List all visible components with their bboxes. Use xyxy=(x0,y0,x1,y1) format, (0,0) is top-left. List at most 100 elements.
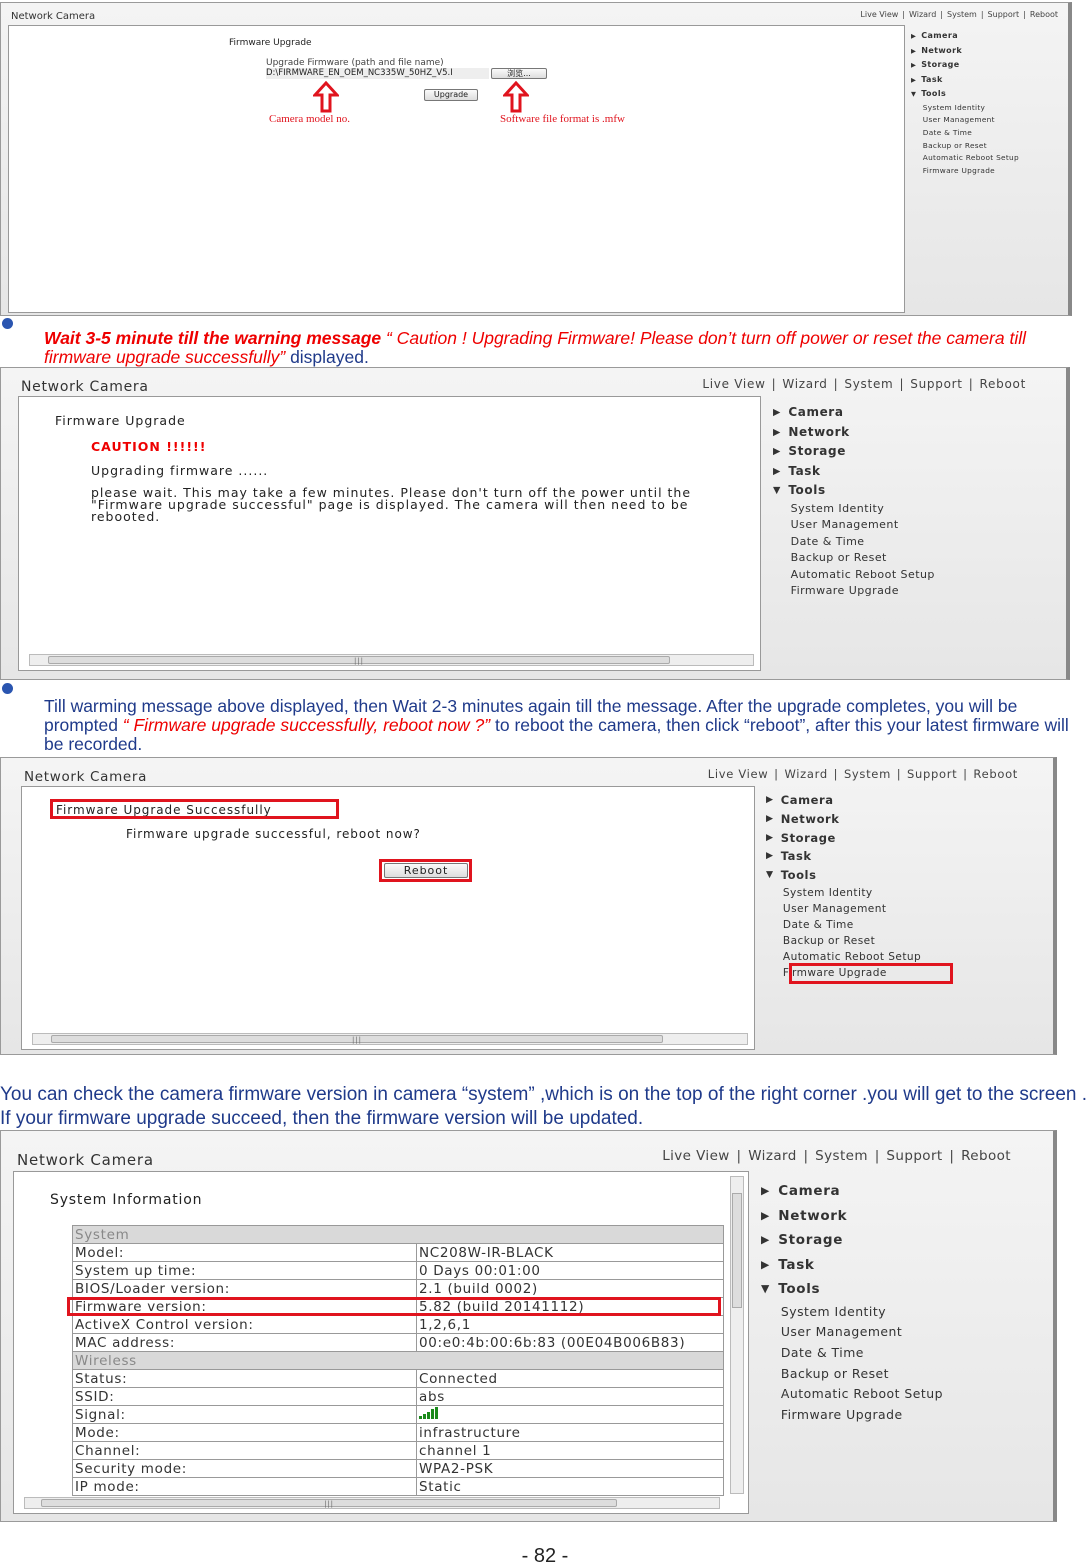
horizontal-scrollbar[interactable]: ||| xyxy=(32,1033,748,1045)
nav-separator: | xyxy=(1023,10,1026,19)
sidebar-subitem-firmware-upgrade[interactable]: Firmware Upgrade xyxy=(773,583,935,600)
nav-separator: | xyxy=(874,1148,880,1164)
sidebar-item-network[interactable]: ▶ Network xyxy=(766,810,921,829)
top-nav: Live View | Wizard | System | Support | Reboot xyxy=(702,377,1026,391)
nav-link-system[interactable]: System xyxy=(815,1148,868,1164)
nav-link-support[interactable]: Support xyxy=(988,10,1020,19)
browse-button[interactable]: 浏览... xyxy=(491,68,547,79)
sidebar-item-camera[interactable]: ▶ Camera xyxy=(773,403,935,423)
nav-separator: | xyxy=(899,377,905,391)
sidebar-subitem-automatic-reboot-setup[interactable]: Automatic Reboot Setup xyxy=(911,152,1019,165)
sidebar-subitem-backup-or-reset[interactable]: Backup or Reset xyxy=(761,1364,943,1385)
nav-separator: | xyxy=(736,1148,742,1164)
page-number: - 82 - xyxy=(521,1545,569,1567)
app-title: Network Camera xyxy=(17,1151,154,1169)
sidebar-item-camera[interactable]: ▶ Camera xyxy=(761,1179,943,1204)
sidebar-item-task[interactable]: ▶ Task xyxy=(766,847,921,866)
sidebar-subitem-automatic-reboot-setup[interactable]: Automatic Reboot Setup xyxy=(761,1384,943,1405)
screenshot-upgrade-caution: Network Camera Live View | Wizard | System | S… xyxy=(0,367,1070,680)
sidebar-subitem-system-identity[interactable]: System Identity xyxy=(911,102,1019,115)
nav-link-system[interactable]: System xyxy=(844,377,893,391)
row-value: abs xyxy=(416,1387,724,1406)
highlight-box-firmware-version xyxy=(67,1297,721,1316)
sidebar-item-label: Network xyxy=(778,1207,848,1224)
row-value xyxy=(416,1405,724,1424)
nav-link-reboot[interactable]: Reboot xyxy=(1030,10,1058,19)
sidebar-subitem-backup-or-reset[interactable]: Backup or Reset xyxy=(766,933,921,949)
row-label: Channel: xyxy=(72,1441,417,1460)
sidebar-item-storage[interactable]: ▶ Storage xyxy=(911,58,1019,73)
sidebar-item-camera[interactable]: ▶ Camera xyxy=(911,29,1019,44)
sidebar-subitem-date-time[interactable]: Date & Time xyxy=(766,917,921,933)
row-label: Signal: xyxy=(72,1405,417,1424)
sidebar-subitem-backup-or-reset[interactable]: Backup or Reset xyxy=(911,140,1019,153)
scroll-thumb[interactable]: ||| xyxy=(48,656,670,665)
nav-link-live-view[interactable]: Live View xyxy=(708,767,769,781)
sidebar-item-label: Network xyxy=(921,45,963,55)
bullet-icon xyxy=(2,683,13,694)
sidebar-subitem-user-management[interactable]: User Management xyxy=(761,1322,943,1343)
sidebar-subitem-automatic-reboot-setup[interactable]: Automatic Reboot Setup xyxy=(773,567,935,584)
sidebar-subitem-user-management[interactable]: User Management xyxy=(911,114,1019,127)
scroll-thumb[interactable] xyxy=(732,1193,742,1308)
sidebar-subitem-system-identity[interactable]: System Identity xyxy=(766,885,921,901)
nav-link-wizard[interactable]: Wizard xyxy=(909,10,936,19)
sidebar-item-label: Storage xyxy=(788,444,846,458)
nav-link-system[interactable]: System xyxy=(947,10,977,19)
caret-right-icon: ▶ xyxy=(773,465,781,477)
sidebar-item-storage[interactable]: ▶ Storage xyxy=(761,1228,943,1253)
sidebar-subitem-date-time[interactable]: Date & Time xyxy=(773,534,935,551)
nav-link-live-view[interactable]: Live View xyxy=(860,10,898,19)
caution-text: CAUTION !!!!!! xyxy=(91,439,207,454)
sidebar-item-tools[interactable]: ▼ Tools xyxy=(766,866,921,885)
sidebar-subitem-user-management[interactable]: User Management xyxy=(773,517,935,534)
scroll-thumb[interactable]: ||| xyxy=(41,1499,617,1508)
sidebar-item-storage[interactable]: ▶ Storage xyxy=(773,442,935,462)
caret-right-icon: ▶ xyxy=(761,1233,770,1246)
row-label: SSID: xyxy=(72,1387,417,1406)
nav-link-support[interactable]: Support xyxy=(907,767,957,781)
sidebar-subitem-backup-or-reset[interactable]: Backup or Reset xyxy=(773,550,935,567)
caret-down-icon: ▼ xyxy=(761,1282,770,1295)
top-nav: Live View | Wizard | System | Support | Reboot xyxy=(662,1148,1011,1164)
scroll-thumb[interactable]: ||| xyxy=(51,1035,663,1044)
sidebar-item-task[interactable]: ▶ Task xyxy=(911,73,1019,88)
nav-separator: | xyxy=(968,377,974,391)
sidebar-item-task[interactable]: ▶ Task xyxy=(773,462,935,482)
sidebar-item-network[interactable]: ▶ Network xyxy=(911,44,1019,59)
nav-link-reboot[interactable]: Reboot xyxy=(961,1148,1011,1164)
nav-link-wizard[interactable]: Wizard xyxy=(782,377,827,391)
sidebar-item-tools[interactable]: ▼ Tools xyxy=(911,87,1019,102)
nav-link-live-view[interactable]: Live View xyxy=(662,1148,730,1164)
sidebar-item-tools[interactable]: ▼ Tools xyxy=(773,481,935,501)
sidebar-item-network[interactable]: ▶ Network xyxy=(773,423,935,443)
sidebar-subitem-firmware-upgrade[interactable]: Firmware Upgrade xyxy=(911,165,1019,178)
table-row: Mode: infrastructure xyxy=(72,1423,724,1442)
sidebar-item-tools[interactable]: ▼ Tools xyxy=(761,1277,943,1302)
nav-link-support[interactable]: Support xyxy=(886,1148,942,1164)
sidebar-item-network[interactable]: ▶ Network xyxy=(761,1204,943,1229)
nav-link-wizard[interactable]: Wizard xyxy=(784,767,827,781)
nav-link-wizard[interactable]: Wizard xyxy=(748,1148,796,1164)
sidebar-subitem-date-time[interactable]: Date & Time xyxy=(911,127,1019,140)
nav-link-support[interactable]: Support xyxy=(910,377,962,391)
vertical-scrollbar[interactable] xyxy=(730,1176,744,1494)
horizontal-scrollbar[interactable]: ||| xyxy=(29,654,754,666)
row-label: BIOS/Loader version: xyxy=(72,1279,417,1298)
sidebar-item-storage[interactable]: ▶ Storage xyxy=(766,829,921,848)
sidebar-subitem-firmware-upgrade[interactable]: Firmware Upgrade xyxy=(761,1405,943,1426)
horizontal-scrollbar[interactable]: ||| xyxy=(24,1497,720,1509)
sidebar-item-task[interactable]: ▶ Task xyxy=(761,1253,943,1278)
sidebar-item-camera[interactable]: ▶ Camera xyxy=(766,791,921,810)
firmware-file-input[interactable]: D:\FIRMWARE_EN_OEM_NC335W_50HZ_V5.I xyxy=(266,68,489,79)
sidebar-subitem-user-management[interactable]: User Management xyxy=(766,901,921,917)
sidebar-subitem-system-identity[interactable]: System Identity xyxy=(773,501,935,518)
sidebar-subitem-system-identity[interactable]: System Identity xyxy=(761,1302,943,1323)
nav-link-reboot[interactable]: Reboot xyxy=(973,767,1018,781)
upgrade-button[interactable]: Upgrade xyxy=(424,89,478,101)
nav-link-reboot[interactable]: Reboot xyxy=(979,377,1026,391)
nav-link-system[interactable]: System xyxy=(844,767,891,781)
nav-link-live-view[interactable]: Live View xyxy=(702,377,765,391)
caret-right-icon: ▶ xyxy=(761,1184,770,1197)
sidebar-subitem-date-time[interactable]: Date & Time xyxy=(761,1343,943,1364)
